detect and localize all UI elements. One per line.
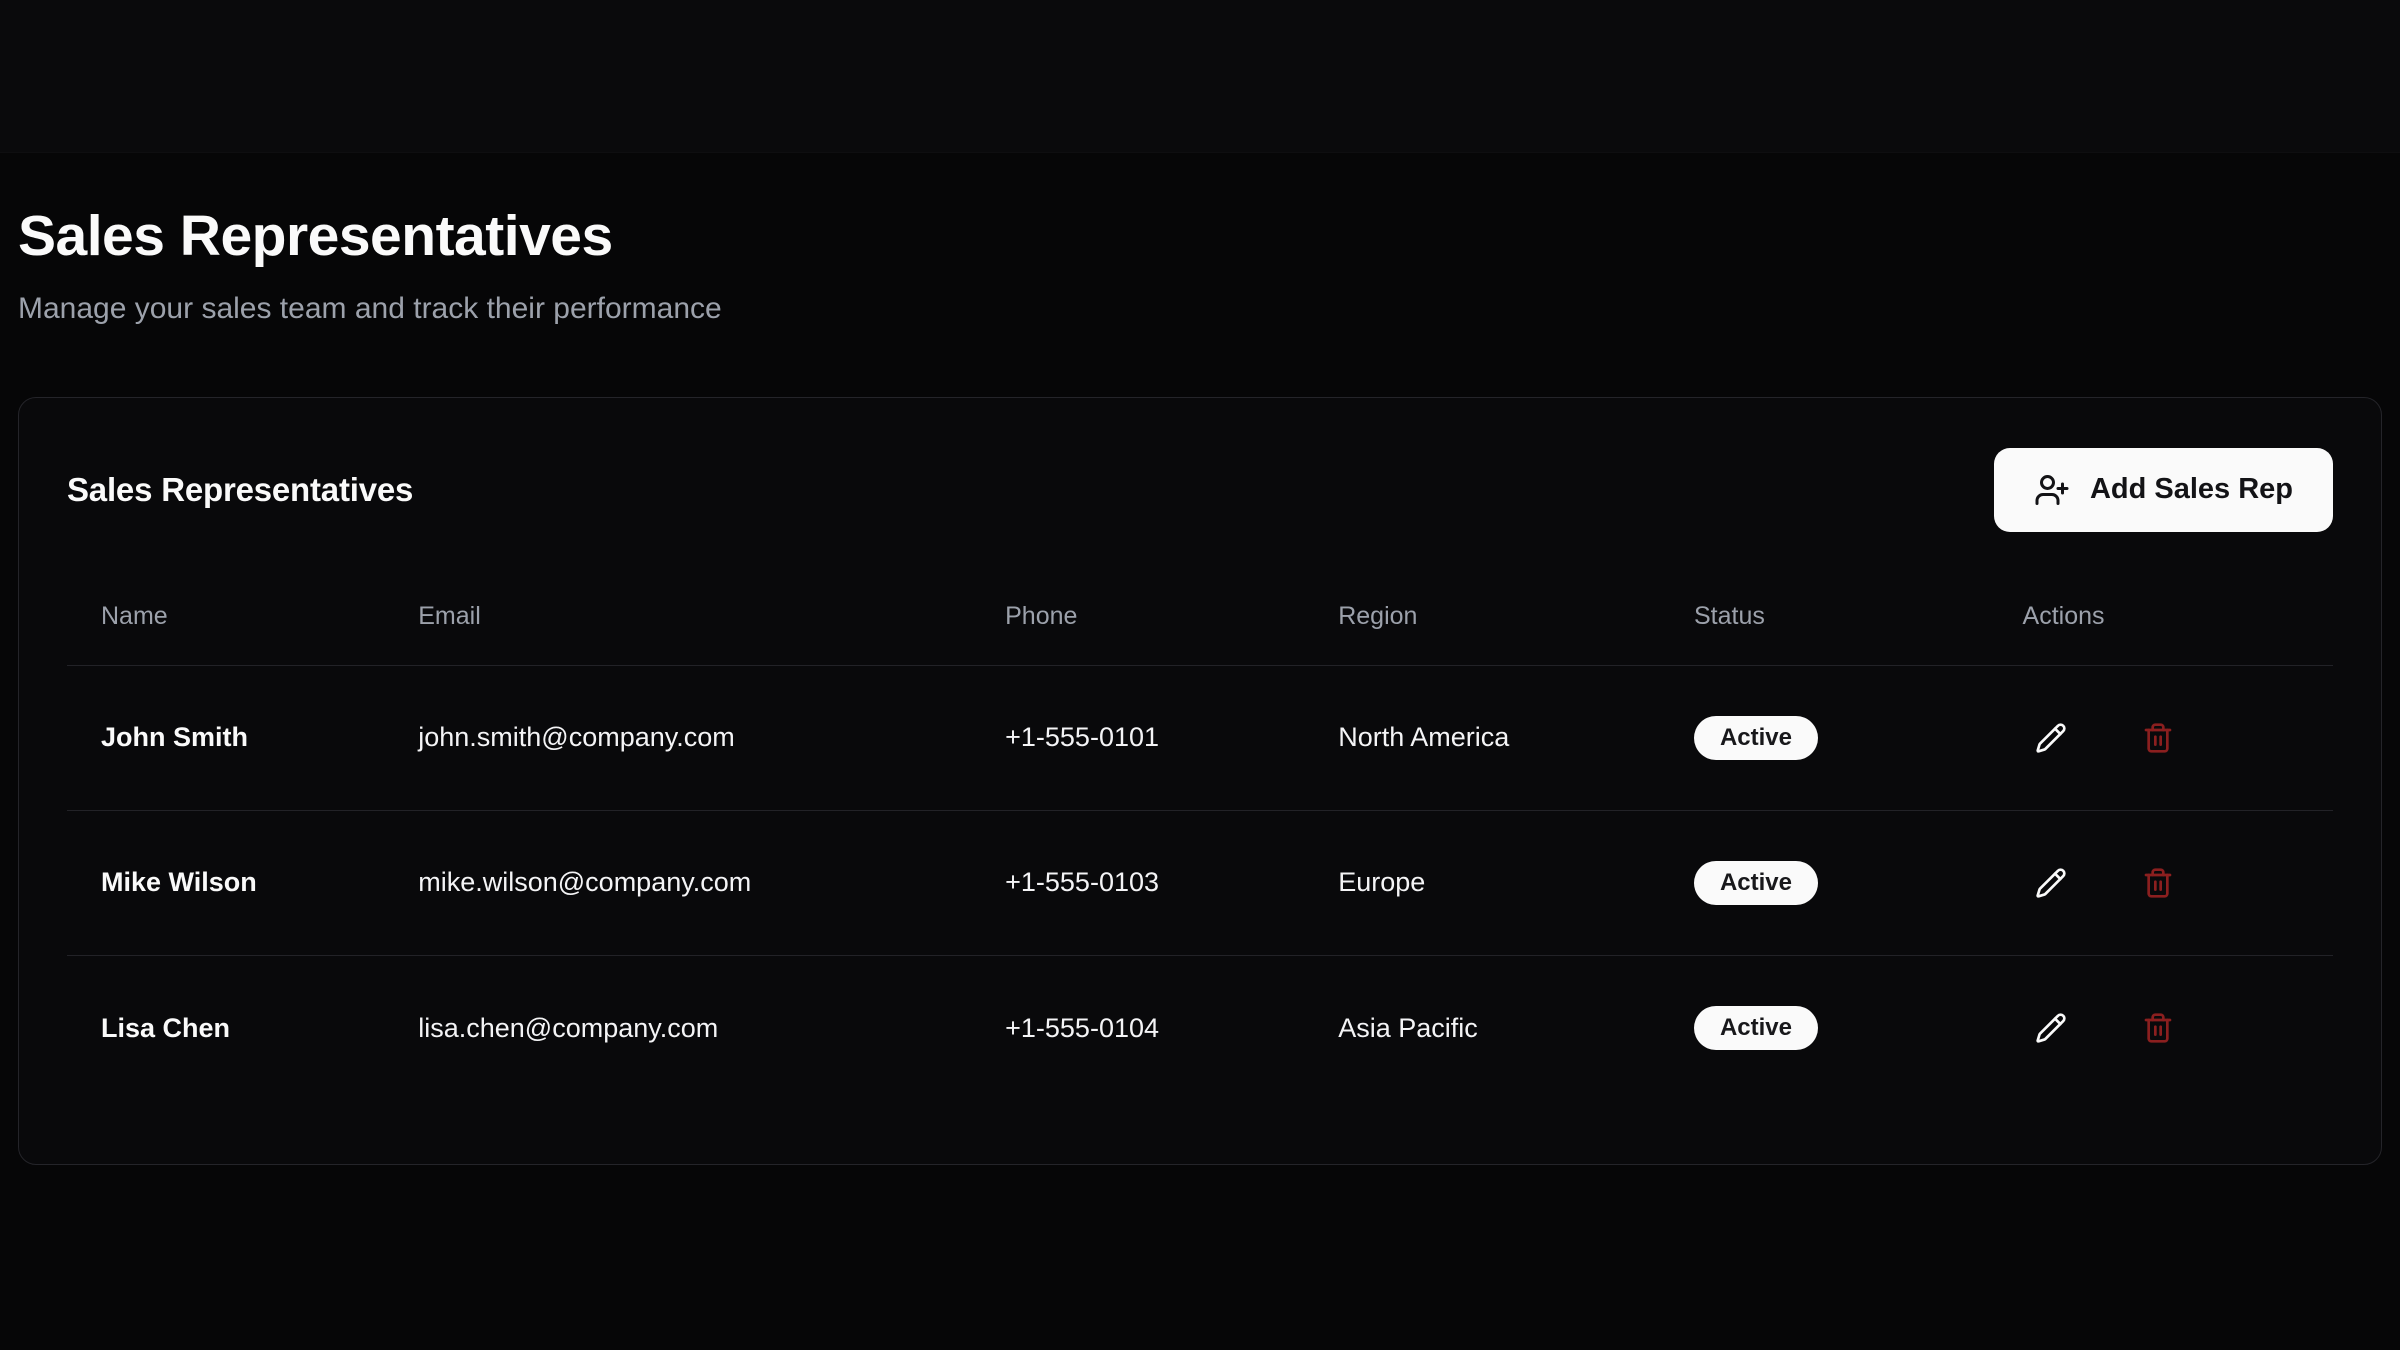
cell-region: North America: [1304, 665, 1660, 810]
edit-button[interactable]: [2023, 855, 2079, 911]
main-content: Sales Representatives Manage your sales …: [0, 153, 2400, 1165]
cell-name: Lisa Chen: [67, 955, 384, 1100]
top-header-band: [0, 0, 2400, 153]
column-header-status: Status: [1660, 562, 1989, 666]
cell-actions: [1989, 810, 2333, 955]
column-header-name: Name: [67, 562, 384, 666]
delete-button[interactable]: [2130, 855, 2186, 911]
cell-email: john.smith@company.com: [384, 665, 971, 810]
status-badge: Active: [1694, 861, 1818, 905]
pencil-icon: [2035, 722, 2067, 754]
column-header-phone: Phone: [971, 562, 1304, 666]
page-subtitle: Manage your sales team and track their p…: [18, 291, 2382, 327]
edit-button[interactable]: [2023, 710, 2079, 766]
cell-email: lisa.chen@company.com: [384, 955, 971, 1100]
page-title: Sales Representatives: [18, 205, 2382, 269]
cell-region: Europe: [1304, 810, 1660, 955]
sales-reps-card: Sales Representatives Add Sales Rep: [18, 397, 2382, 1165]
delete-button[interactable]: [2130, 1000, 2186, 1056]
cell-email: mike.wilson@company.com: [384, 810, 971, 955]
add-sales-rep-button[interactable]: Add Sales Rep: [1994, 448, 2333, 532]
pencil-icon: [2035, 867, 2067, 899]
table-row: John Smith john.smith@company.com +1-555…: [67, 665, 2333, 810]
cell-actions: [1989, 665, 2333, 810]
table-header-row: Name Email Phone Region Status Actions: [67, 562, 2333, 666]
edit-button[interactable]: [2023, 1000, 2079, 1056]
column-header-email: Email: [384, 562, 971, 666]
trash-icon: [2142, 867, 2174, 899]
cell-actions: [1989, 955, 2333, 1100]
status-badge: Active: [1694, 716, 1818, 760]
cell-phone: +1-555-0103: [971, 810, 1304, 955]
column-header-actions: Actions: [1989, 562, 2333, 666]
cell-status: Active: [1660, 955, 1989, 1100]
cell-name: Mike Wilson: [67, 810, 384, 955]
card-header: Sales Representatives Add Sales Rep: [67, 446, 2333, 534]
pencil-icon: [2035, 1012, 2067, 1044]
cell-status: Active: [1660, 665, 1989, 810]
cell-phone: +1-555-0101: [971, 665, 1304, 810]
cell-status: Active: [1660, 810, 1989, 955]
delete-button[interactable]: [2130, 710, 2186, 766]
cell-name: John Smith: [67, 665, 384, 810]
cell-region: Asia Pacific: [1304, 955, 1660, 1100]
table-row: Mike Wilson mike.wilson@company.com +1-5…: [67, 810, 2333, 955]
status-badge: Active: [1694, 1006, 1818, 1050]
column-header-region: Region: [1304, 562, 1660, 666]
trash-icon: [2142, 1012, 2174, 1044]
add-sales-rep-label: Add Sales Rep: [2090, 473, 2293, 506]
sales-reps-table: Name Email Phone Region Status Actions J…: [67, 562, 2333, 1101]
user-plus-icon: [2034, 472, 2070, 508]
table-row: Lisa Chen lisa.chen@company.com +1-555-0…: [67, 955, 2333, 1100]
card-title: Sales Representatives: [67, 471, 413, 509]
cell-phone: +1-555-0104: [971, 955, 1304, 1100]
trash-icon: [2142, 722, 2174, 754]
